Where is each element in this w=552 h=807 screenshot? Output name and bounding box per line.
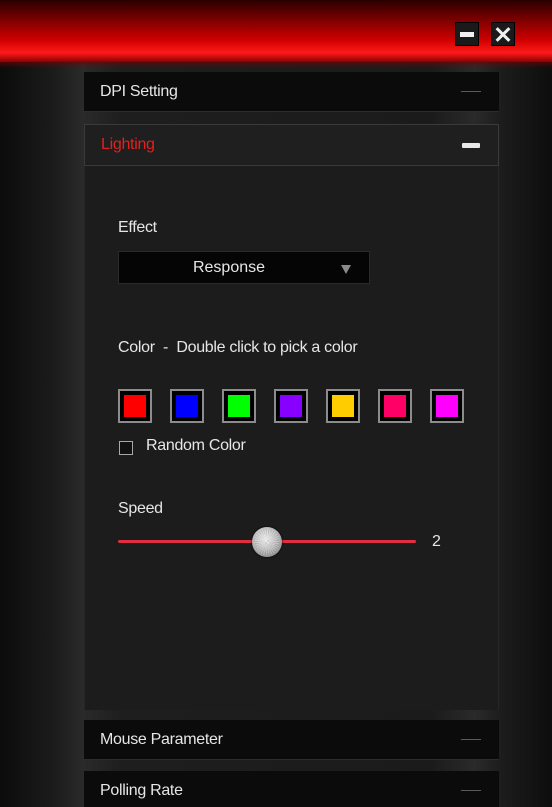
speed-slider-thumb[interactable] [252, 527, 282, 557]
random-color-label: Random Color [146, 437, 246, 454]
section-label: Mouse Parameter [100, 731, 223, 748]
color-swatch-fill [124, 395, 146, 417]
color-swatch[interactable] [222, 389, 256, 423]
section-dpi-setting[interactable]: DPI Setting [84, 72, 499, 112]
section-lighting[interactable]: Lighting [84, 124, 499, 166]
color-swatch-fill [384, 395, 406, 417]
color-swatch-fill [176, 395, 198, 417]
color-swatch[interactable] [326, 389, 360, 423]
effect-dropdown[interactable]: Response [118, 251, 370, 284]
minimize-icon[interactable] [455, 22, 479, 46]
effect-label: Effect [118, 219, 157, 236]
close-icon[interactable] [491, 22, 515, 46]
color-swatch[interactable] [378, 389, 412, 423]
section-mouse-parameter[interactable]: Mouse Parameter [84, 720, 499, 760]
random-color-checkbox[interactable] [119, 441, 133, 455]
color-swatch[interactable] [170, 389, 204, 423]
triangle-down-icon [341, 265, 351, 274]
title-bar [0, 0, 552, 68]
effect-selected-value: Response [192, 259, 266, 276]
color-swatch-fill [280, 395, 302, 417]
color-swatch-fill [436, 395, 458, 417]
dash-icon [461, 91, 481, 92]
app-window: DPI Setting Lighting Effect Response Col… [0, 0, 552, 807]
dash-icon [462, 143, 480, 148]
color-swatch[interactable] [430, 389, 464, 423]
section-polling-rate[interactable]: Polling Rate [84, 771, 499, 807]
color-swatch-fill [228, 395, 250, 417]
speed-label: Speed [118, 500, 163, 517]
section-label: Polling Rate [100, 782, 183, 799]
color-swatch-fill [332, 395, 354, 417]
color-swatch[interactable] [274, 389, 308, 423]
dash-icon [461, 790, 481, 791]
section-label: Lighting [101, 136, 155, 153]
speed-value: 2 [432, 533, 441, 550]
color-swatch[interactable] [118, 389, 152, 423]
dash-icon [461, 739, 481, 740]
color-label: Color - Double click to pick a color [118, 339, 358, 356]
section-label: DPI Setting [100, 83, 178, 100]
